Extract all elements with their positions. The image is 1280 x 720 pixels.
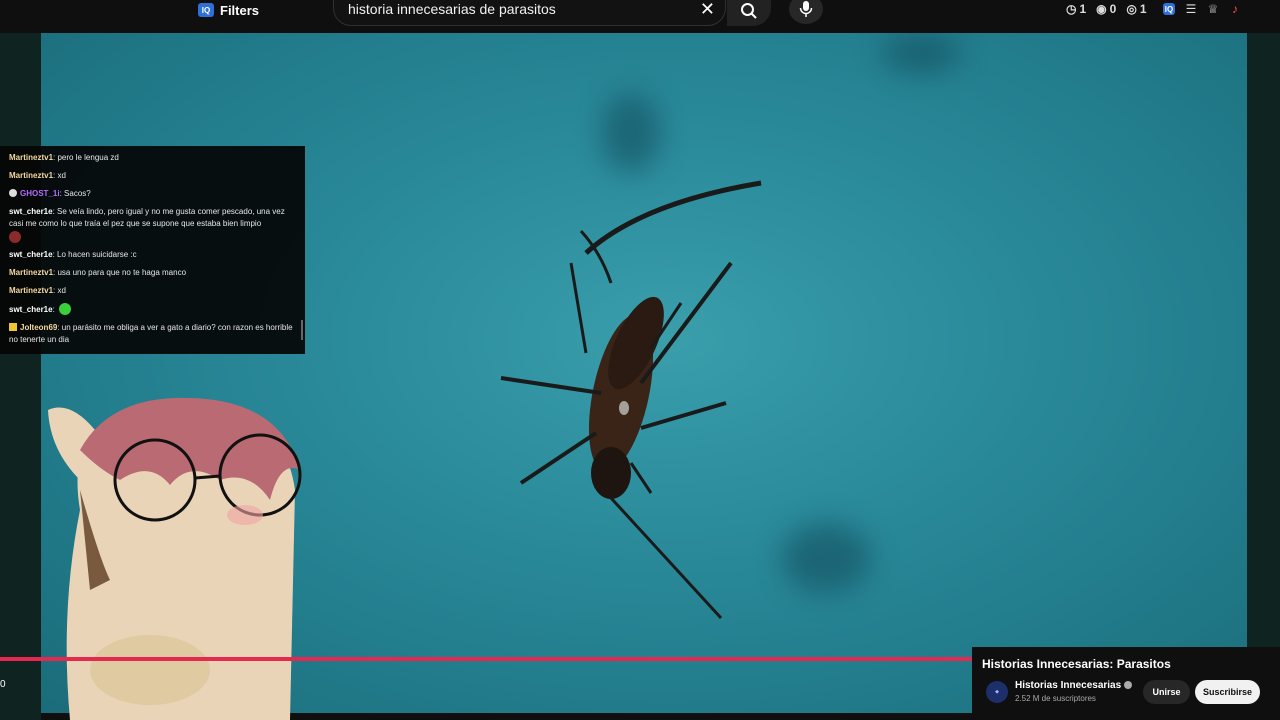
- emote-icon: [59, 303, 72, 315]
- left-background: [0, 33, 41, 720]
- extension-icons: IQ ☰ ♕ ♪: [1162, 2, 1242, 16]
- menu-lines-icon[interactable]: ☰: [1184, 2, 1198, 16]
- chat-scrollbar[interactable]: [301, 320, 303, 340]
- voice-search-button[interactable]: [789, 0, 823, 24]
- chat-username: Jolteon69: [20, 323, 58, 332]
- filters-button[interactable]: IQ Filters: [198, 0, 259, 20]
- chat-message: swt_cher1e: Lo hacen suicidarse :c: [9, 250, 137, 259]
- chat-text: xd: [57, 286, 66, 295]
- emote-icon: [9, 231, 21, 243]
- chat-message: Martineztv1: xd: [9, 171, 66, 180]
- chat-username: GHOST_1i: [20, 189, 60, 198]
- right-background: [1247, 33, 1280, 720]
- join-button[interactable]: Unirse: [1143, 680, 1190, 704]
- channel-avatar[interactable]: ◆: [986, 681, 1008, 703]
- chat-username: swt_cher1e: [9, 250, 53, 259]
- time-marker: 0: [0, 679, 6, 690]
- verified-icon: [1124, 681, 1133, 689]
- top-bar: IQ Filters historia innecesarias de para…: [0, 0, 1280, 32]
- bell-icon[interactable]: ♪: [1228, 2, 1242, 16]
- iq-extension-icon[interactable]: IQ: [1162, 2, 1176, 16]
- channel-info-panel: Historias Innecesarias: Parasitos ◆ Hist…: [972, 647, 1280, 720]
- search-box[interactable]: historia innecesarias de parasitos ✕: [333, 0, 726, 26]
- video-progress-bar[interactable]: [0, 657, 973, 661]
- stat-views-value: 1: [1139, 2, 1147, 16]
- video-title: Historias Innecesarias: Parasitos: [982, 657, 1171, 671]
- chat-username: swt_cher1e: [9, 207, 53, 216]
- moderator-badge-icon: [9, 189, 17, 197]
- chat-username: Martineztv1: [9, 171, 54, 180]
- chat-username: swt_cher1e: [9, 305, 53, 314]
- search-icon: [741, 3, 757, 19]
- subscriber-count: 2.52 M de suscriptores: [1015, 694, 1096, 703]
- chat-message: Martineztv1: pero le lengua zd: [9, 153, 119, 162]
- chat-message: swt_cher1e: Se veía lindo, pero igual y …: [9, 206, 297, 243]
- filters-label: Filters: [220, 2, 260, 18]
- eye-icon: ◎: [1126, 2, 1137, 16]
- stat-hidden[interactable]: ◉ 0: [1096, 2, 1116, 16]
- stats-group: ◷ 1 ◉ 0 ◎ 1: [1066, 2, 1147, 16]
- chat-message: Martineztv1: usa uno para que no te haga…: [9, 268, 187, 277]
- chat-message: Martineztv1: xd: [9, 286, 66, 295]
- trophy-icon[interactable]: ♕: [1206, 2, 1220, 16]
- microphone-icon: [799, 1, 813, 17]
- chat-username: Martineztv1: [9, 286, 54, 295]
- stat-clock-value: 1: [1079, 2, 1087, 16]
- stat-clock[interactable]: ◷ 1: [1066, 2, 1086, 16]
- channel-name-container[interactable]: Historias Innecesarias: [1015, 680, 1133, 691]
- chat-message: swt_cher1e:: [9, 303, 297, 316]
- vtuber-cat-avatar: [48, 397, 302, 720]
- chat-text: usa uno para que no te haga manco: [57, 268, 187, 277]
- chat-message: Jolteon69: un parásito me obliga a ver a…: [9, 323, 293, 344]
- search-button[interactable]: [727, 0, 771, 26]
- iq-badge: IQ: [198, 3, 214, 17]
- chat-message: GHOST_1i: Sacos?: [9, 188, 297, 200]
- chat-text: Lo hacen suicidarse :c: [57, 250, 137, 259]
- stat-hidden-value: 0: [1109, 2, 1117, 16]
- subscribe-button[interactable]: Suscribirse: [1195, 680, 1260, 704]
- clear-search-icon[interactable]: ✕: [700, 0, 715, 20]
- chat-username: Martineztv1: [9, 153, 54, 162]
- clock-icon: ◷: [1066, 2, 1077, 16]
- search-input[interactable]: historia innecesarias de parasitos: [348, 1, 556, 17]
- chat-text: pero le lengua zd: [57, 153, 119, 162]
- eye-slash-icon: ◉: [1096, 2, 1107, 16]
- chat-text: xd: [57, 171, 66, 180]
- chat-text: Sacos?: [64, 189, 91, 198]
- stat-views[interactable]: ◎ 1: [1126, 2, 1146, 16]
- channel-name[interactable]: Historias Innecesarias: [1015, 680, 1121, 691]
- member-badge-icon: [9, 323, 17, 331]
- chat-username: Martineztv1: [9, 268, 54, 277]
- live-chat-overlay: Martineztv1: pero le lengua zd Martinezt…: [0, 146, 305, 354]
